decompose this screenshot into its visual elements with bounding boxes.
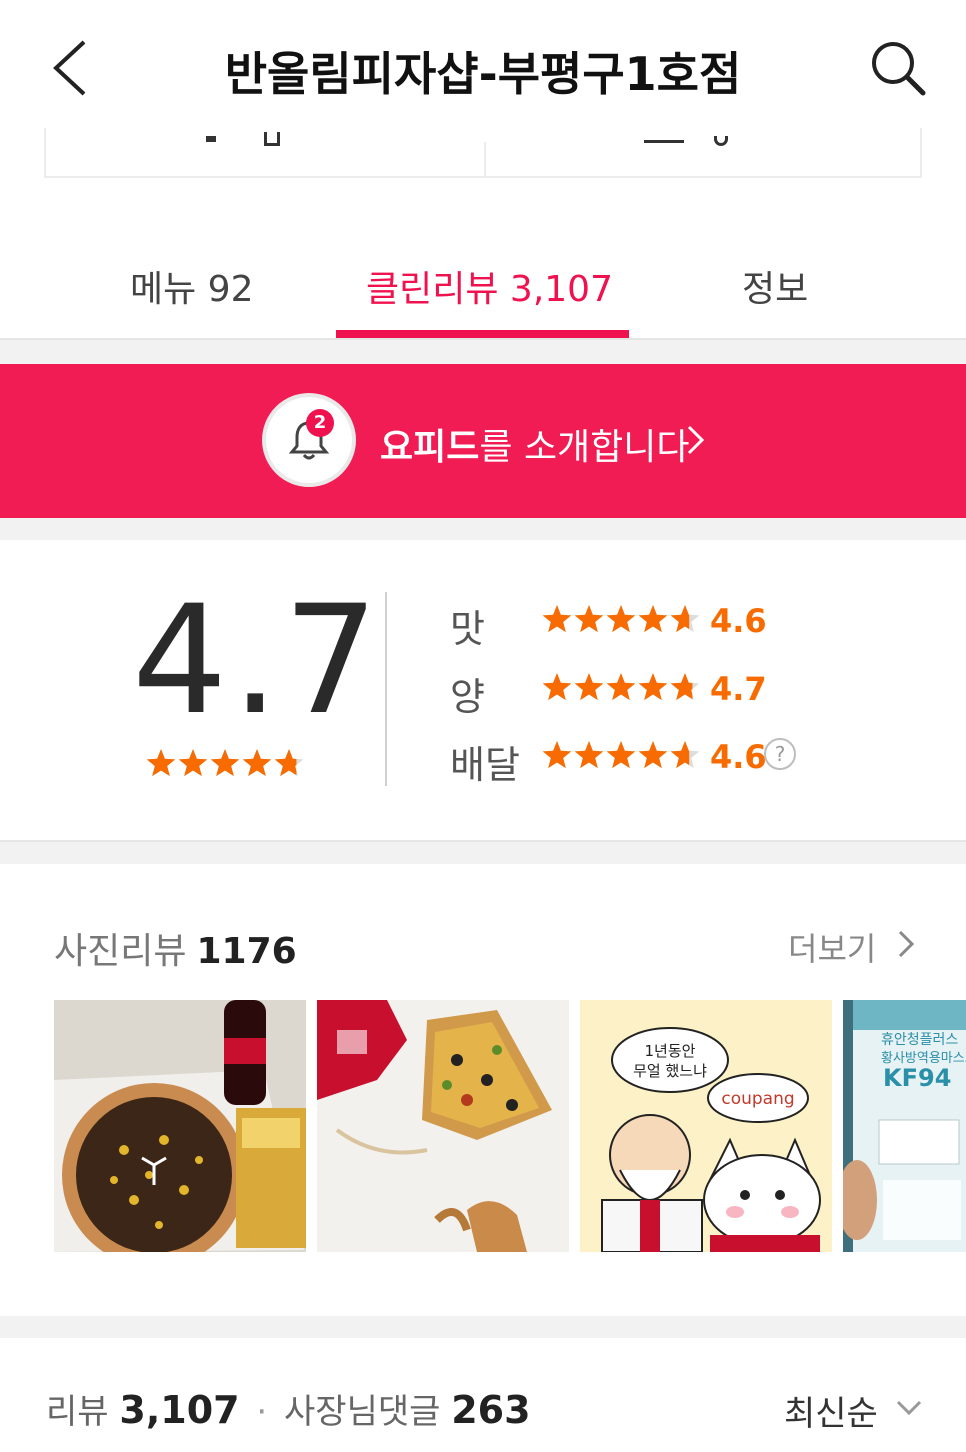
more-link[interactable]: 더보기 <box>788 924 876 970</box>
bubble-text-line1: 1년동안 <box>645 1042 696 1060</box>
section-spacer <box>0 840 966 864</box>
star-filled <box>210 749 240 777</box>
star-filled <box>638 605 668 633</box>
star-filled <box>146 749 176 777</box>
chevron-down-icon <box>896 1400 922 1416</box>
rating-value-delivery: 4.6 <box>710 738 767 776</box>
chevron-right-icon <box>687 425 705 455</box>
mask-package-photo: 휴안청플러스 황사방역용마스크 KF94 <box>843 1000 966 1252</box>
photo-reviews: 사진리뷰 1176 더보기 1년동안 무얼 했느냐 coupang 휴안청플러스… <box>0 864 966 1316</box>
store-info-strip <box>44 128 922 178</box>
banner-text: 요피드를 소개합니다 <box>380 418 690 470</box>
star-filled <box>606 741 636 769</box>
review-list-header: 리뷰 3,107 · 사장님댓글 263 최신순 <box>0 1338 966 1452</box>
rating-label-delivery: 배달 <box>450 743 520 787</box>
notification-badge: 2 <box>306 409 334 437</box>
clipped-text-fragment <box>714 136 728 146</box>
taste-stars <box>542 605 700 633</box>
section-spacer <box>0 518 966 540</box>
star-filled <box>574 741 604 769</box>
mask-kf-text: KF94 <box>883 1064 951 1092</box>
star-filled <box>242 749 272 777</box>
active-tab-indicator <box>336 330 629 338</box>
tab-bar: 메뉴 92 클린리뷰 3,107 정보 <box>0 236 966 340</box>
owner-reply-count: 263 <box>451 1388 531 1432</box>
cartoon-ad-image: 1년동안 무얼 했느냐 coupang <box>580 1000 832 1252</box>
star-filled <box>574 605 604 633</box>
chevron-left-icon <box>53 40 86 96</box>
rating-label-amount: 양 <box>450 675 485 719</box>
search-icon <box>872 42 926 96</box>
amount-stars <box>542 673 700 701</box>
search-button[interactable] <box>866 36 930 100</box>
pizza-photo <box>317 1000 569 1252</box>
bell-badge: 2 <box>262 393 356 487</box>
app-header: 반올림피자샵-부평구1호점 <box>0 0 966 128</box>
star-filled <box>574 673 604 701</box>
overall-stars <box>146 749 304 777</box>
photo-reviews-count: 1176 <box>196 931 297 972</box>
star-filled <box>542 741 572 769</box>
sort-dropdown[interactable]: 최신순 <box>784 1386 878 1435</box>
banner-text-rest: 를 소개합니다 <box>479 427 690 468</box>
help-icon[interactable]: ? <box>764 738 796 770</box>
star-filled <box>542 673 572 701</box>
section-spacer <box>0 1316 966 1338</box>
yofeed-banner[interactable]: 2 요피드를 소개합니다 <box>0 364 966 518</box>
page-title: 반올림피자샵-부평구1호점 <box>224 47 742 101</box>
overall-score: 4.7 <box>132 574 383 748</box>
rating-value-amount: 4.7 <box>710 670 767 708</box>
back-button[interactable] <box>40 34 100 102</box>
banner-text-bold: 요피드 <box>380 427 480 468</box>
review-summary: 리뷰 3,107 · 사장님댓글 263 <box>46 1384 531 1433</box>
photo-thumbnail[interactable] <box>317 1000 569 1252</box>
tab-info[interactable]: 정보 <box>742 260 808 312</box>
photo-thumbnail[interactable]: 휴안청플러스 황사방역용마스크 KF94 <box>843 1000 966 1252</box>
rating-value-taste: 4.6 <box>710 602 767 640</box>
owner-reply-label: 사장님댓글 <box>284 1392 441 1432</box>
section-spacer <box>0 340 966 364</box>
rating-label-taste: 맛 <box>450 607 485 651</box>
photo-thumbnail[interactable] <box>54 1000 306 1252</box>
bubble-text-line2: 무얼 했느냐 <box>633 1062 707 1080</box>
clipped-text-fragment <box>644 140 684 143</box>
rating-summary: 4.7 맛 4.6 양 4.7 배달 4.6 ? <box>0 540 966 840</box>
chevron-right-icon <box>898 930 914 958</box>
photo-reviews-title: 사진리뷰 1176 <box>54 922 297 974</box>
strip-divider <box>484 142 486 176</box>
star-filled <box>178 749 208 777</box>
tab-clean-review[interactable]: 클린리뷰 3,107 <box>366 260 613 312</box>
star-filled <box>638 673 668 701</box>
clipped-text-fragment <box>264 132 280 146</box>
star-filled <box>606 673 636 701</box>
delivery-stars <box>542 741 700 769</box>
review-count: 3,107 <box>119 1388 240 1432</box>
star-filled <box>606 605 636 633</box>
photo-thumbnail[interactable]: 1년동안 무얼 했느냐 coupang <box>580 1000 832 1252</box>
pizza-photo <box>54 1000 306 1252</box>
mask-brand-text: 휴안청플러스 <box>881 1032 958 1048</box>
clipped-text-fragment <box>206 136 216 142</box>
star-filled <box>638 741 668 769</box>
photo-reviews-label: 사진리뷰 <box>54 931 187 972</box>
review-label: 리뷰 <box>46 1392 109 1432</box>
tab-menu[interactable]: 메뉴 92 <box>130 260 254 312</box>
separator-dot: · <box>256 1392 268 1432</box>
rating-divider <box>385 592 387 786</box>
bubble-brand-text: coupang <box>721 1089 794 1109</box>
star-filled <box>542 605 572 633</box>
